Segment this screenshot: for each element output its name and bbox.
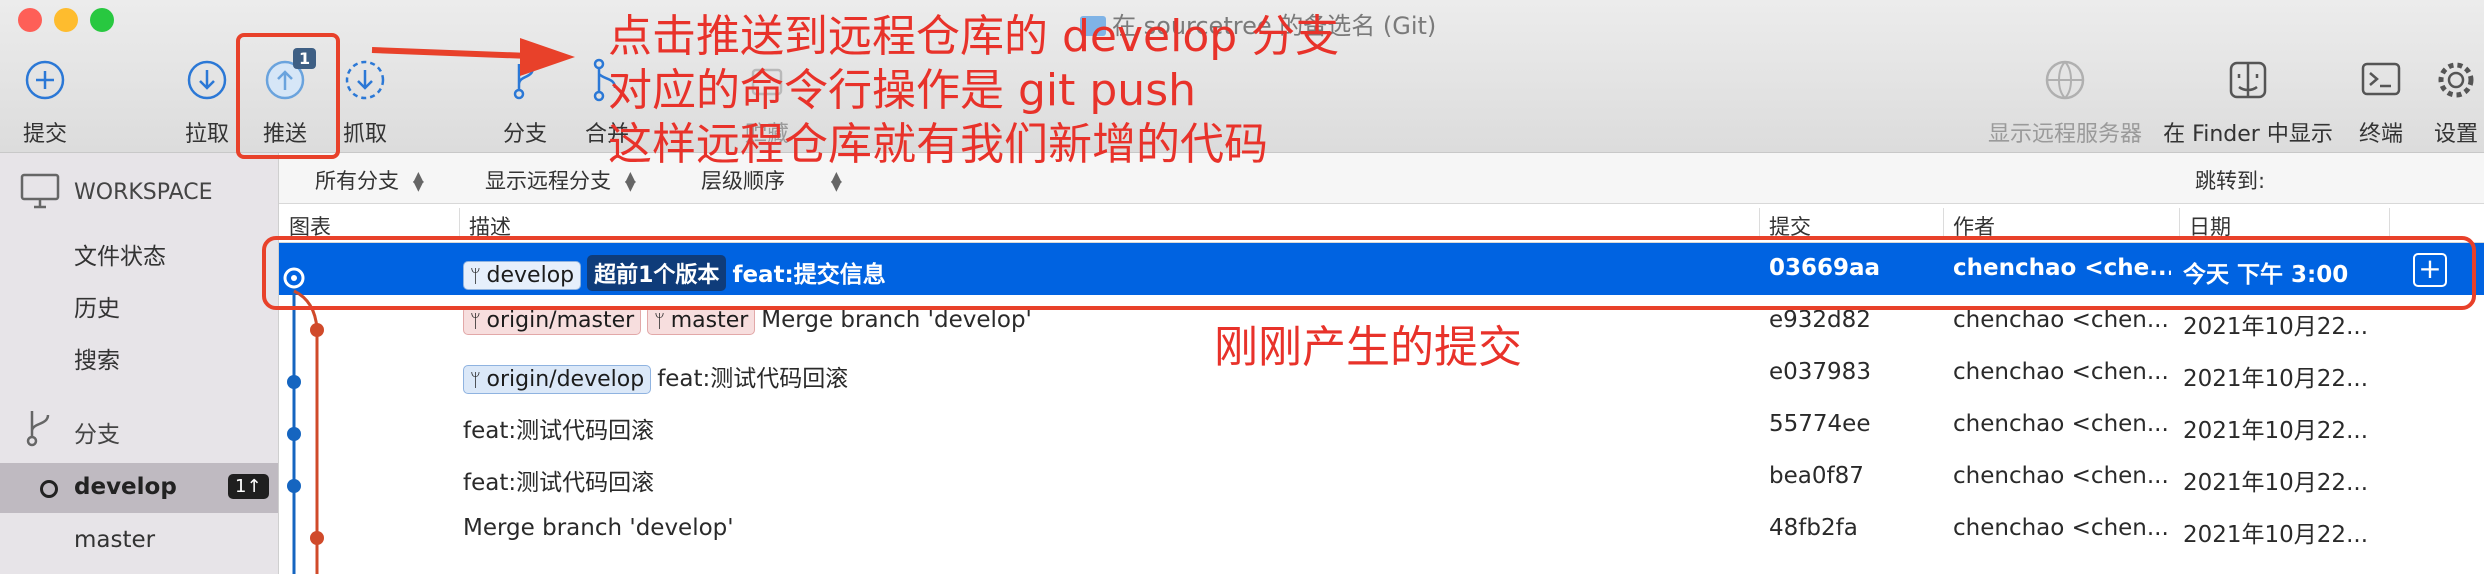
branch-tag-label: origin/master bbox=[486, 308, 635, 333]
sidebar-branches-header: 分支 bbox=[74, 422, 120, 448]
branch-icon bbox=[26, 411, 50, 447]
commit-message: feat:测试代码回滚 bbox=[657, 366, 849, 392]
commit-date: 2021年10月22... bbox=[2183, 470, 2368, 496]
annotation-line-2: 对应的命令行操作是 git push bbox=[608, 65, 1197, 116]
branch-icon: ᛘ bbox=[470, 370, 487, 391]
commit-dot bbox=[287, 375, 301, 389]
sidebar-workspace-header: WORKSPACE bbox=[74, 180, 213, 205]
commit-row[interactable]: Merge branch 'develop' 48fb2fa chenchao <c… bbox=[279, 503, 2484, 555]
commit-author: chenchao <chen... bbox=[1953, 463, 2169, 489]
branch-tag[interactable]: ᛘ master bbox=[647, 306, 756, 335]
jump-to-label: 跳转到: bbox=[2195, 169, 2266, 193]
sidebar-item-file-status[interactable]: 文件状态 bbox=[74, 237, 166, 271]
annotation-new-commit: 刚刚产生的提交 bbox=[1214, 322, 1522, 373]
annotation-line-1: 点击推送到远程仓库的 develop 分支 bbox=[608, 11, 1340, 62]
branch-tag[interactable]: ᛘ origin/develop bbox=[463, 365, 652, 394]
new-commit-highlight-box bbox=[262, 236, 2476, 310]
commit-description: feat:测试代码回滚 bbox=[463, 407, 1749, 445]
branch-icon: ᛘ bbox=[654, 311, 671, 332]
commit-author: chenchao <chen... bbox=[1953, 515, 2169, 541]
zoom-window-button[interactable] bbox=[90, 8, 114, 32]
arrow-down-circle-icon bbox=[187, 60, 227, 100]
settings-button[interactable]: 设置 bbox=[2428, 58, 2484, 148]
column-divider bbox=[459, 208, 460, 238]
plus-circle-icon bbox=[25, 60, 65, 100]
commit-hash: 48fb2fa bbox=[1769, 515, 1858, 541]
show-in-finder-button[interactable]: 在 Finder 中显示 bbox=[2162, 58, 2334, 148]
close-window-button[interactable] bbox=[18, 8, 42, 32]
current-branch-icon bbox=[40, 480, 58, 498]
branch-tag[interactable]: ᛘ origin/master bbox=[463, 306, 642, 335]
commit-message: Merge branch 'develop' bbox=[761, 307, 1032, 333]
column-divider bbox=[2389, 208, 2390, 238]
sidebar-item-search[interactable]: 搜索 bbox=[74, 341, 120, 375]
all-branches-select[interactable]: 所有分支 ▲ ▼ bbox=[315, 165, 424, 195]
column-divider bbox=[1943, 208, 1944, 238]
commit-dot bbox=[310, 323, 324, 337]
commit-message: feat:测试代码回滚 bbox=[463, 470, 655, 496]
chevron-updown-icon: ▲ ▼ bbox=[413, 169, 424, 194]
commit-date: 2021年10月22... bbox=[2183, 522, 2368, 548]
gear-icon bbox=[2438, 62, 2474, 98]
commit-author: chenchao <chen... bbox=[1953, 359, 2169, 385]
finder-icon bbox=[2229, 61, 2267, 99]
sidebar-item-history[interactable]: 历史 bbox=[74, 289, 120, 323]
sidebar: WORKSPACE 文件状态 历史 搜索 分支 develop 1↑ maste… bbox=[0, 153, 279, 574]
minimize-window-button[interactable] bbox=[54, 8, 78, 32]
branch-icon: ᛘ bbox=[470, 311, 487, 332]
commit-hash: e037983 bbox=[1769, 359, 1871, 385]
commit-button[interactable]: 提交 bbox=[14, 58, 76, 148]
sidebar-develop-label: develop bbox=[74, 474, 177, 500]
column-divider bbox=[1759, 208, 1760, 238]
commit-description: feat:测试代码回滚 bbox=[463, 459, 1749, 497]
globe-icon bbox=[2045, 60, 2085, 100]
commit-hash: bea0f87 bbox=[1769, 463, 1864, 489]
show-remote-button[interactable]: 显示远程服务器 bbox=[1986, 58, 2144, 148]
commit-row[interactable]: feat:测试代码回滚 bea0f87 chenchao <chen... 2021年… bbox=[279, 451, 2484, 503]
annotation-arrow bbox=[371, 38, 575, 76]
sidebar-item-master[interactable]: master bbox=[74, 527, 155, 553]
terminal-button[interactable]: 终端 bbox=[2350, 58, 2412, 148]
sidebar-item-develop[interactable]: develop 1↑ bbox=[0, 463, 278, 513]
branch-tag-label: origin/develop bbox=[486, 367, 645, 392]
chevron-updown-icon: ▲ ▼ bbox=[625, 169, 636, 194]
commit-message: Merge branch 'develop' bbox=[463, 515, 734, 541]
commit-author: chenchao <chen... bbox=[1953, 307, 2169, 333]
terminal-icon bbox=[2361, 62, 2401, 96]
push-highlight-box bbox=[236, 33, 340, 159]
commit-author: chenchao <chen... bbox=[1953, 411, 2169, 437]
pull-button[interactable]: 拉取 bbox=[176, 58, 238, 148]
commit-dot bbox=[310, 531, 324, 545]
commit-hash: e932d82 bbox=[1769, 307, 1871, 333]
column-divider bbox=[2179, 208, 2180, 238]
commit-description: Merge branch 'develop' bbox=[463, 511, 1749, 541]
commit-row[interactable]: feat:测试代码回滚 55774ee chenchao <chen... 2021年… bbox=[279, 399, 2484, 451]
commit-date: 2021年10月22... bbox=[2183, 418, 2368, 444]
develop-ahead-badge: 1↑ bbox=[228, 474, 269, 499]
branch-tag-label: master bbox=[670, 308, 749, 333]
monitor-icon bbox=[20, 173, 60, 209]
commit-dot bbox=[287, 427, 301, 441]
chevron-updown-icon: ▲ ▼ bbox=[831, 169, 842, 194]
commit-date: 2021年10月22... bbox=[2183, 366, 2368, 392]
commit-description: ᛘ origin/develop feat:测试代码回滚 bbox=[463, 355, 1749, 394]
commit-date: 2021年10月22... bbox=[2183, 314, 2368, 340]
commit-hash: 55774ee bbox=[1769, 411, 1871, 437]
annotation-line-3: 这样远程仓库就有我们新增的代码 bbox=[608, 119, 1268, 170]
commit-dot bbox=[287, 479, 301, 493]
commit-message: feat:测试代码回滚 bbox=[463, 418, 655, 444]
